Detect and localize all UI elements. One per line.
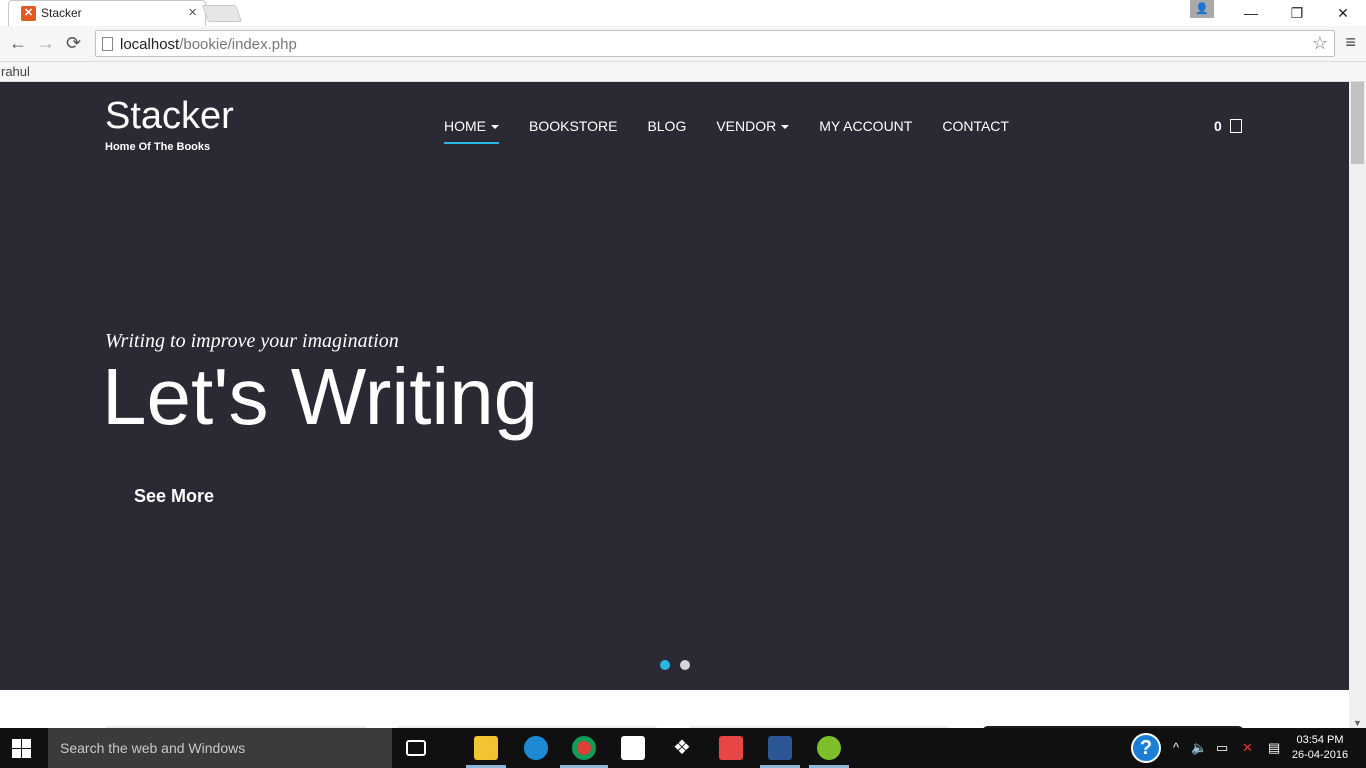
tab-title: Stacker <box>41 6 82 20</box>
hero-title: Let's Writing <box>102 352 539 441</box>
reload-icon[interactable]: ⟳ <box>66 33 81 54</box>
word-icon[interactable] <box>768 736 792 760</box>
network-icon[interactable]: ✕ <box>1242 740 1253 756</box>
main-nav: HOME BOOKSTORE BLOG VENDOR MY ACCOUNT CO… <box>444 118 1039 144</box>
page-scrollbar[interactable]: ▲ ▼ <box>1349 82 1366 728</box>
scroll-down-icon[interactable]: ▼ <box>1353 718 1362 728</box>
cart-count: 0 <box>1214 118 1222 134</box>
cart-button[interactable]: 0 <box>1214 118 1242 134</box>
forward-arrow-icon[interactable]: → <box>37 33 55 54</box>
restore-button[interactable]: ❐ <box>1274 0 1320 26</box>
site-brand[interactable]: Stacker Home Of The Books <box>105 96 234 153</box>
chevron-up-icon[interactable]: ^ <box>1173 740 1179 755</box>
slider-dots <box>660 660 700 670</box>
clock-time: 03:54 PM <box>1296 734 1344 746</box>
windows-taskbar: Search the web and Windows ❖ ? ^ 🔈 ▭ ✕ ▤… <box>0 728 1366 768</box>
browser-tab[interactable]: ✕ Stacker × <box>8 0 206 26</box>
nav-vendor[interactable]: VENDOR <box>716 118 790 144</box>
battery-icon[interactable]: ▭ <box>1216 740 1228 756</box>
profile-icon[interactable]: 👤 <box>1190 0 1214 18</box>
nav-home[interactable]: HOME <box>444 118 499 144</box>
new-tab-button[interactable] <box>201 5 243 22</box>
nav-blog[interactable]: BLOG <box>647 118 686 144</box>
minimize-button[interactable]: — <box>1228 0 1274 26</box>
nav-my-account[interactable]: MY ACCOUNT <box>819 118 912 144</box>
taskbar-search-placeholder: Search the web and Windows <box>60 740 246 756</box>
page-viewport: Stacker Home Of The Books HOME BOOKSTORE… <box>0 82 1349 728</box>
file-explorer-icon[interactable] <box>474 736 498 760</box>
window-controls: 👤 — ❐ ✕ <box>1190 0 1366 26</box>
caret-down-icon <box>491 125 499 130</box>
back-arrow-icon[interactable]: ← <box>9 33 27 54</box>
close-window-button[interactable]: ✕ <box>1320 0 1366 26</box>
store-icon[interactable] <box>621 736 645 760</box>
volume-icon[interactable]: 🔈 <box>1191 740 1207 756</box>
wps-icon[interactable] <box>719 736 743 760</box>
nav-bookstore[interactable]: BOOKSTORE <box>529 118 617 144</box>
chrome-menu-icon[interactable]: ≡ <box>1345 32 1356 53</box>
chrome-icon[interactable] <box>572 736 596 760</box>
address-bar[interactable]: localhost/bookie/index.php ☆ <box>95 30 1335 57</box>
clock-date: 26-04-2016 <box>1291 749 1349 761</box>
site-tagline: Home Of The Books <box>105 141 211 153</box>
nav-contact[interactable]: CONTACT <box>942 118 1009 144</box>
browser-toolbar: ← → ⟳ localhost/bookie/index.php ☆ ≡ <box>0 26 1366 62</box>
bookmark-star-icon[interactable]: ☆ <box>1312 33 1328 54</box>
notifications-icon[interactable]: ▤ <box>1268 740 1280 756</box>
task-view-icon[interactable] <box>406 740 426 756</box>
see-more-button[interactable]: See More <box>134 486 214 507</box>
hero-slider: Stacker Home Of The Books HOME BOOKSTORE… <box>0 82 1349 690</box>
hero-subtitle: Writing to improve your imagination <box>105 330 399 352</box>
bookmarks-bar: rahul <box>0 62 1366 82</box>
clock[interactable]: 03:54 PM 26-04-2016 <box>1290 733 1350 763</box>
dropbox-icon[interactable]: ❖ <box>670 736 694 760</box>
site-logo[interactable]: Stacker <box>105 96 234 136</box>
slider-dot-2[interactable] <box>680 660 690 670</box>
browser-tabstrip: ✕ Stacker × 👤 — ❐ ✕ <box>0 0 1366 26</box>
shopping-bag-icon <box>1229 119 1242 133</box>
app-icon[interactable] <box>817 736 841 760</box>
taskbar-search[interactable]: Search the web and Windows <box>48 728 392 768</box>
windows-start-icon[interactable] <box>12 739 31 758</box>
slider-dot-1[interactable] <box>660 660 670 670</box>
help-icon[interactable]: ? <box>1131 733 1161 763</box>
url-text[interactable]: localhost/bookie/index.php <box>120 36 297 53</box>
tab-close-icon[interactable]: × <box>188 4 197 21</box>
xampp-favicon-icon: ✕ <box>21 6 36 21</box>
edge-icon[interactable] <box>524 736 548 760</box>
page-icon <box>102 37 113 51</box>
bookmark-item[interactable]: rahul <box>1 64 30 79</box>
caret-down-icon <box>781 125 790 130</box>
scroll-thumb[interactable] <box>1351 82 1364 164</box>
